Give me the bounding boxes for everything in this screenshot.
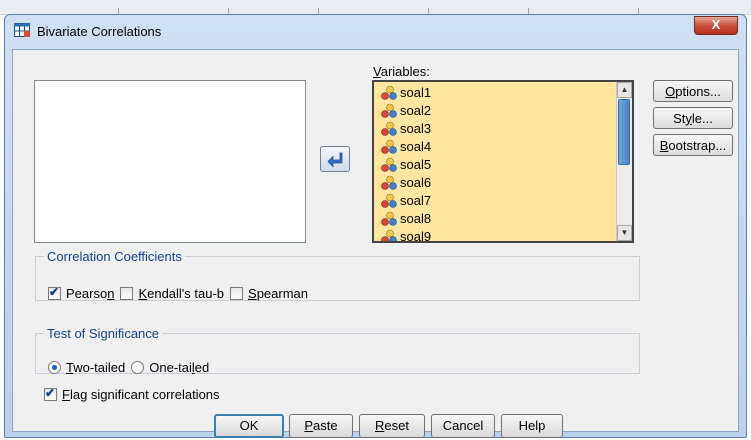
test-of-significance-group: Test of Significance Two-tailed One-tail… — [35, 326, 640, 375]
spearman-option[interactable]: Spearman — [230, 286, 308, 301]
variables-label: Variables: — [373, 64, 430, 79]
scale-variable-icon — [381, 103, 397, 118]
variable-name: soal3 — [400, 121, 432, 136]
variable-name: soal5 — [400, 157, 432, 172]
close-button[interactable]: X — [694, 16, 738, 35]
one-tailed-option[interactable]: One-tailed — [131, 360, 209, 375]
scale-variable-icon — [381, 121, 397, 136]
variable-item[interactable]: soal4 — [378, 138, 632, 156]
variable-name: soal9 — [400, 229, 432, 243]
kendall-option[interactable]: Kendall's tau-b — [120, 286, 224, 301]
correlation-coefficients-group: Correlation Coefficients Pearson Kendall… — [35, 249, 640, 301]
options-button[interactable]: Options... — [653, 80, 733, 102]
variables-items: soal1 soal2 soal3 soal4 soal5 soal6 soal7 soal8… — [374, 82, 632, 243]
one-tailed-label: One-tailed — [149, 360, 210, 375]
variable-item[interactable]: soal3 — [378, 120, 632, 138]
scale-variable-icon — [381, 229, 397, 241]
style-button[interactable]: Style... — [653, 107, 733, 129]
bootstrap-button[interactable]: Bootstrap... — [653, 134, 733, 156]
variable-item[interactable]: soal7 — [378, 192, 632, 210]
variable-item[interactable]: soal1 — [378, 84, 632, 102]
variable-item[interactable]: soal6 — [378, 174, 632, 192]
scroll-up-button[interactable]: ▲ — [617, 82, 632, 98]
kendall-label: Kendall's tau-b — [138, 286, 225, 301]
variable-item[interactable]: soal9 — [378, 228, 632, 243]
paste-button[interactable]: Paste — [289, 414, 353, 438]
variable-name: soal1 — [400, 85, 432, 100]
scale-variable-icon — [381, 85, 397, 100]
scale-variable-icon — [381, 193, 397, 208]
dialog-title: Bivariate Correlations — [37, 24, 162, 39]
kendall-checkbox[interactable] — [120, 287, 134, 300]
correlation-coefficients-legend: Correlation Coefficients — [47, 249, 182, 264]
flag-significant-label: Flag significant correlations — [62, 387, 220, 402]
variables-scrollbar[interactable]: ▲ ▼ — [616, 82, 632, 241]
variable-name: soal2 — [400, 103, 432, 118]
scale-variable-icon — [381, 211, 397, 226]
variable-item[interactable]: soal5 — [378, 156, 632, 174]
pearson-checkbox[interactable] — [48, 285, 61, 300]
variable-name: soal4 — [400, 139, 432, 154]
background-spreadsheet-header — [0, 0, 751, 15]
scroll-down-button[interactable]: ▼ — [617, 225, 632, 241]
one-tailed-radio[interactable] — [131, 361, 145, 374]
variable-name: soal6 — [400, 175, 432, 190]
cancel-button[interactable]: Cancel — [431, 414, 495, 438]
variable-name: soal7 — [400, 193, 432, 208]
flag-significant-option[interactable]: Flag significant correlations — [44, 386, 220, 402]
variable-item[interactable]: soal8 — [378, 210, 632, 228]
move-variable-button[interactable] — [320, 146, 350, 172]
help-button[interactable]: Help — [501, 414, 563, 438]
scroll-thumb[interactable] — [618, 99, 630, 165]
two-tailed-label: Two-tailed — [66, 360, 126, 375]
test-of-significance-legend: Test of Significance — [47, 326, 160, 341]
dialog-body: Variables: soal1 soal2 soal3 soal4 soal5 soal… — [12, 49, 739, 438]
table-icon — [14, 23, 30, 37]
scale-variable-icon — [381, 157, 397, 172]
ok-button[interactable]: OK — [214, 414, 284, 438]
flag-significant-checkbox[interactable] — [44, 386, 57, 401]
spearman-checkbox[interactable] — [230, 287, 244, 300]
scale-variable-icon — [381, 139, 397, 154]
spearman-label: Spearman — [248, 286, 309, 301]
two-tailed-option[interactable]: Two-tailed — [48, 360, 125, 375]
pearson-label: Pearson — [66, 286, 115, 301]
pearson-option[interactable]: Pearson — [48, 285, 115, 301]
arrow-left-icon — [327, 152, 343, 168]
scale-variable-icon — [381, 175, 397, 190]
variable-name: soal8 — [400, 211, 432, 226]
variable-item[interactable]: soal2 — [378, 102, 632, 120]
variables-list[interactable]: soal1 soal2 soal3 soal4 soal5 soal6 soal7 soal8… — [372, 80, 634, 243]
reset-button[interactable]: Reset — [359, 414, 425, 438]
source-variable-list[interactable] — [34, 80, 306, 243]
two-tailed-radio[interactable] — [48, 361, 61, 374]
dialog-window: Bivariate Correlations X Variables: soal… — [4, 14, 747, 438]
title-bar[interactable]: Bivariate Correlations X — [5, 15, 746, 45]
